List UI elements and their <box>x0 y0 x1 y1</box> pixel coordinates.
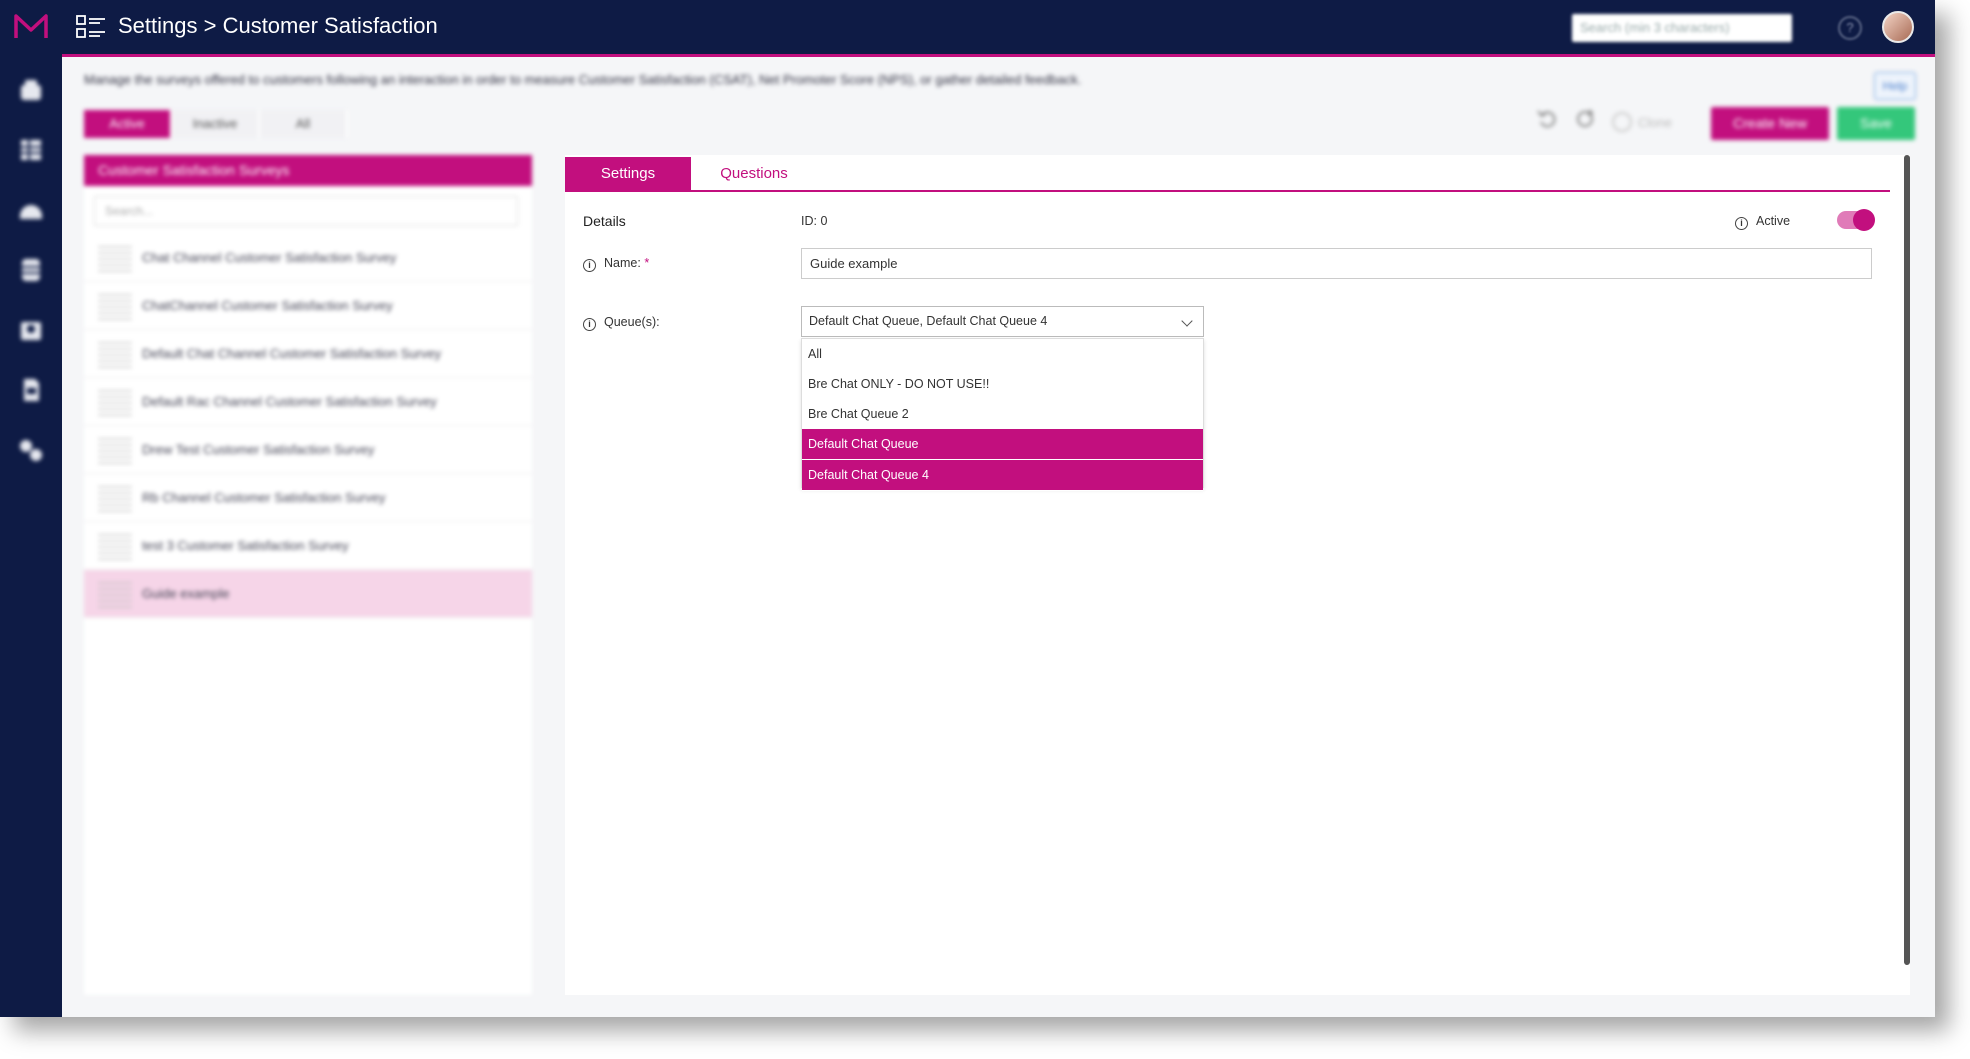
survey-list-item[interactable]: test 3 Customer Satisfaction Survey <box>84 522 532 570</box>
survey-list-item[interactable]: Default Rac Channel Customer Satisfactio… <box>84 378 532 426</box>
info-icon: i <box>1735 217 1748 230</box>
dashboard-icon[interactable] <box>17 196 45 224</box>
survey-details-panel: Settings Questions Details ID: 0 i Active… <box>565 155 1910 995</box>
help-button[interactable]: Help <box>1874 72 1916 100</box>
side-nav <box>0 54 62 1017</box>
active-toggle[interactable] <box>1837 209 1875 231</box>
chevron-down-icon <box>1181 315 1193 327</box>
survey-icon <box>98 243 132 272</box>
help-circle-icon[interactable]: ? <box>1838 16 1862 40</box>
survey-id: ID: 0 <box>801 214 828 228</box>
page-title: Settings > Customer Satisfaction <box>118 13 438 38</box>
contacts-icon[interactable] <box>17 316 45 344</box>
survey-list-item[interactable]: ChatChannel Customer Satisfaction Survey <box>84 282 532 330</box>
home-icon[interactable] <box>17 76 45 104</box>
queues-select[interactable]: Default Chat Queue, Default Chat Queue 4 <box>801 306 1204 337</box>
survey-list: Chat Channel Customer Satisfaction Surve… <box>84 234 532 618</box>
queue-option[interactable]: Bre Chat Queue 2 <box>802 399 1203 429</box>
survey-name: Guide example <box>142 586 230 601</box>
save-label: Save <box>1860 115 1892 131</box>
required-mark: * <box>644 256 650 270</box>
info-icon: i <box>583 259 596 272</box>
filter-tab-active[interactable]: Active <box>84 110 170 138</box>
undo-icon[interactable] <box>1536 108 1558 130</box>
active-label: Active <box>1756 214 1791 228</box>
survey-list-header: Customer Satisfaction Surveys <box>84 155 532 186</box>
survey-list-item[interactable]: Default Chat Channel Customer Satisfacti… <box>84 330 532 378</box>
survey-icon <box>98 483 132 512</box>
survey-search-input[interactable]: Search... <box>94 196 518 226</box>
queue-option[interactable]: Default Chat Queue 4 <box>802 460 1203 491</box>
survey-icon <box>98 339 132 368</box>
name-field[interactable]: Guide example <box>801 248 1872 279</box>
survey-name: test 3 Customer Satisfaction Survey <box>142 538 349 553</box>
brand-logo-icon[interactable] <box>14 12 48 42</box>
create-new-button[interactable]: Create New <box>1711 107 1829 140</box>
toggle-knob <box>1853 209 1875 231</box>
filter-tab-all[interactable]: All <box>260 110 346 138</box>
survey-icon <box>98 435 132 464</box>
queues-selected-value: Default Chat Queue, Default Chat Queue 4 <box>809 314 1048 328</box>
page-description: Manage the surveys offered to customers … <box>84 72 1082 87</box>
document-icon[interactable] <box>17 376 45 404</box>
queue-option[interactable]: Bre Chat ONLY - DO NOT USE!! <box>802 369 1203 399</box>
queue-option[interactable]: All <box>802 339 1203 369</box>
user-avatar[interactable] <box>1882 11 1914 43</box>
survey-icon <box>98 579 132 608</box>
app-window: Settings > Customer Satisfaction Search … <box>0 0 1935 1017</box>
name-label: Name: <box>604 256 641 270</box>
survey-name: Default Chat Channel Customer Satisfacti… <box>142 346 442 361</box>
refresh-icon[interactable] <box>1574 108 1596 130</box>
queue-option[interactable]: Default Chat Queue <box>802 429 1203 460</box>
survey-list-item[interactable]: Drew Test Customer Satisfaction Survey <box>84 426 532 474</box>
scrollbar[interactable] <box>1904 155 1910 965</box>
save-button[interactable]: Save <box>1837 107 1915 140</box>
survey-list-item[interactable]: Guide example <box>84 570 532 618</box>
survey-icon <box>98 291 132 320</box>
grid-icon[interactable] <box>17 136 45 164</box>
settings-icon[interactable] <box>17 436 45 464</box>
detail-tabs: Settings Questions <box>565 157 1890 192</box>
top-bar: Settings > Customer Satisfaction Search … <box>0 0 1935 57</box>
name-label-group: i Name: * <box>583 256 649 272</box>
survey-name: Default Rac Channel Customer Satisfactio… <box>142 394 437 409</box>
details-section-label: Details <box>583 213 626 229</box>
tab-settings[interactable]: Settings <box>565 157 691 190</box>
survey-list-item[interactable]: Chat Channel Customer Satisfaction Surve… <box>84 234 532 282</box>
info-icon: i <box>583 318 596 331</box>
active-label-group: i Active <box>1735 214 1790 230</box>
global-search-input[interactable]: Search (min 3 characters) <box>1572 14 1792 42</box>
create-label: Create New <box>1733 115 1807 131</box>
clone-button[interactable]: Clone <box>1612 112 1672 132</box>
survey-name: Drew Test Customer Satisfaction Survey <box>142 442 375 457</box>
survey-name: Rb Channel Customer Satisfaction Survey <box>142 490 386 505</box>
queues-label: Queue(s): <box>604 315 660 329</box>
survey-name: ChatChannel Customer Satisfaction Survey <box>142 298 393 313</box>
survey-icon <box>98 387 132 416</box>
survey-list-panel: Customer Satisfaction Surveys Search... … <box>84 155 532 995</box>
queues-label-group: i Queue(s): <box>583 315 660 331</box>
survey-icon <box>98 531 132 560</box>
clone-icon <box>1612 112 1632 132</box>
settings-list-icon <box>76 15 105 38</box>
survey-name: Chat Channel Customer Satisfaction Surve… <box>142 250 397 265</box>
survey-list-item[interactable]: Rb Channel Customer Satisfaction Survey <box>84 474 532 522</box>
tab-questions[interactable]: Questions <box>691 157 817 190</box>
clone-label: Clone <box>1638 114 1672 130</box>
database-icon[interactable] <box>17 256 45 284</box>
queues-dropdown-list: All Bre Chat ONLY - DO NOT USE!! Bre Chat … <box>801 338 1204 491</box>
filter-tabs: Active Inactive All <box>84 110 348 138</box>
filter-tab-inactive[interactable]: Inactive <box>172 110 258 138</box>
